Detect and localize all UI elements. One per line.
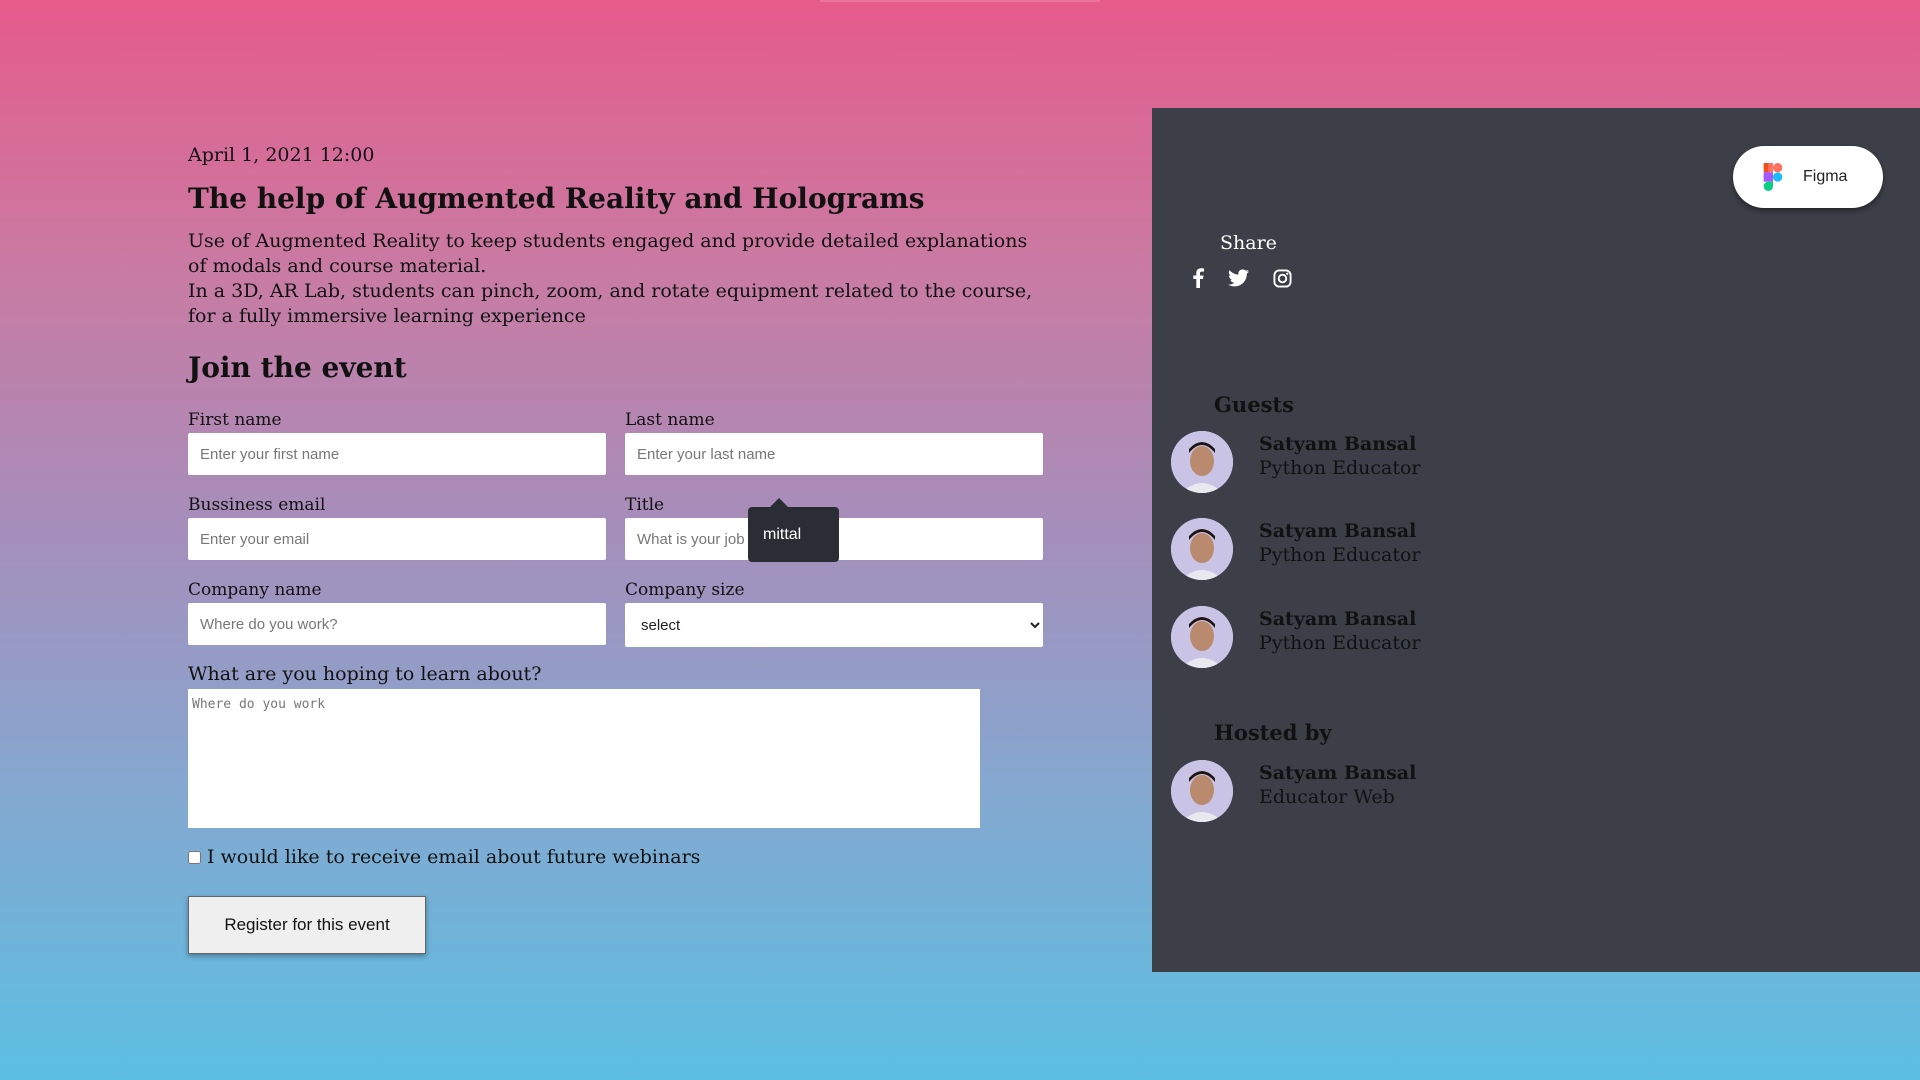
company-name-label: Company name [188,580,322,600]
last-name-label: Last name [625,410,715,430]
host-info: Satyam Bansal Educator Web [1259,762,1416,808]
guest-role: Python Educator [1259,544,1421,566]
first-name-label: First name [188,410,282,430]
guest-role: Python Educator [1259,632,1421,654]
guest-name: Satyam Bansal [1259,520,1417,542]
guest-item: Satyam Bansal Python Educator [1171,518,1421,580]
newsletter-row: I would like to receive email about futu… [188,846,1048,868]
avatar [1171,760,1233,822]
host-role: Educator Web [1259,786,1395,808]
guest-name: Satyam Bansal [1259,433,1417,455]
email-group: Bussiness email [188,495,606,560]
newsletter-checkbox[interactable] [188,850,201,864]
company-name-group: Company name [188,580,606,647]
guest-item: Satyam Bansal Python Educator [1171,606,1421,668]
figma-button-label: Figma [1803,168,1848,185]
learn-textarea[interactable] [188,689,980,828]
newsletter-label: I would like to receive email about futu… [207,846,701,868]
company-size-select[interactable]: select [625,603,1043,647]
event-details: April 1, 2021 12:00 The help of Augmente… [188,140,1048,954]
instagram-icon[interactable] [1273,268,1292,288]
first-name-group: First name [188,410,606,475]
guest-info: Satyam Bansal Python Educator [1259,520,1421,566]
guest-role: Python Educator [1259,457,1421,479]
autocomplete-suggestion-text: mittal [763,525,802,543]
email-input[interactable] [188,518,606,560]
guest-item: Satyam Bansal Python Educator [1171,431,1421,493]
facebook-icon[interactable] [1192,268,1204,288]
last-name-input[interactable] [625,433,1043,475]
company-size-label: Company size [625,580,745,600]
guest-name: Satyam Bansal [1259,608,1417,630]
event-date: April 1, 2021 12:00 [188,144,375,166]
form-grid: First name Last name Bussiness email Tit… [188,410,1048,647]
guest-info: Satyam Bansal Python Educator [1259,433,1421,479]
avatar [1171,606,1233,668]
autocomplete-suggestion[interactable]: mittal [748,498,839,562]
hosted-by-heading: Hosted by [1214,720,1332,745]
registration-form: First name Last name Bussiness email Tit… [188,410,1048,954]
guest-info: Satyam Bansal Python Educator [1259,608,1421,654]
description-line-1: Use of Augmented Reality to keep student… [188,230,1028,277]
last-name-group: Last name [625,410,1043,475]
learn-label: What are you hoping to learn about? [188,663,542,685]
host-name: Satyam Bansal [1259,762,1417,784]
share-icons [1192,268,1292,288]
company-size-group: Company size select [625,580,1043,647]
figma-icon [1763,163,1783,191]
figma-button[interactable]: Figma [1733,146,1883,208]
email-label: Bussiness email [188,495,326,515]
guests-heading: Guests [1214,392,1294,417]
description-line-2: In a 3D, AR Lab, students can pinch, zoo… [188,280,1033,327]
event-title: The help of Augmented Reality and Hologr… [188,182,925,215]
top-edge-highlight [820,0,1100,2]
avatar [1171,431,1233,493]
event-description: Use of Augmented Reality to keep student… [188,229,1048,329]
register-button[interactable]: Register for this event [188,896,426,954]
share-label: Share [1220,232,1277,254]
company-name-input[interactable] [188,603,606,645]
host-item: Satyam Bansal Educator Web [1171,760,1416,822]
first-name-input[interactable] [188,433,606,475]
twitter-icon[interactable] [1228,269,1249,287]
join-heading: Join the event [188,351,407,384]
avatar [1171,518,1233,580]
